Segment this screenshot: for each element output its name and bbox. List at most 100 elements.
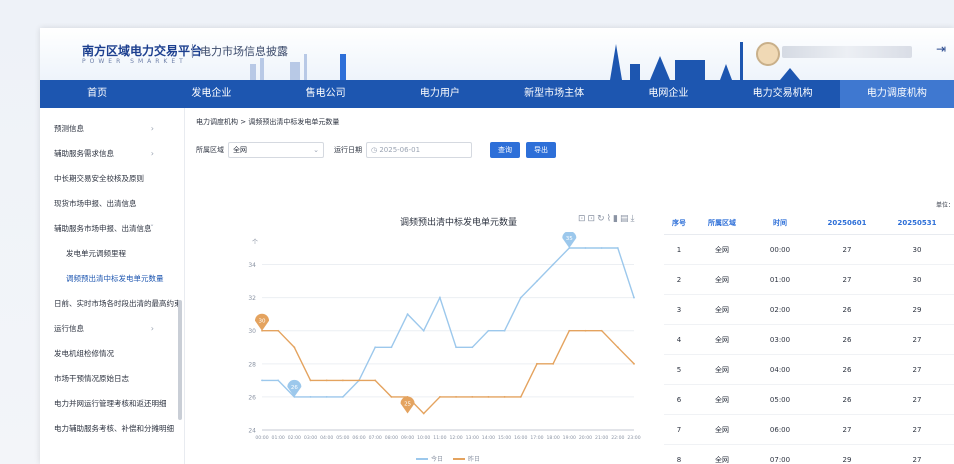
sidebar-item-ancillary-compensation[interactable]: 电力辅助服务考核、补偿和分摊明细 — [40, 416, 184, 441]
data-point[interactable] — [358, 379, 360, 382]
data-point[interactable] — [309, 379, 312, 382]
data-point[interactable] — [487, 396, 490, 398]
sidebar-item-maintenance[interactable]: 发电机组检修情况 — [40, 341, 184, 366]
table-row[interactable]: 4 全网 03:00 26 27 — [664, 325, 954, 355]
sidebar-item-regulation-mileage[interactable]: 发电单元调频里程 — [40, 241, 184, 266]
data-point[interactable] — [439, 396, 441, 398]
download-icon[interactable]: ⤓ — [631, 214, 637, 224]
nav-item-power-generators[interactable]: 发电企业 — [154, 80, 268, 108]
nav-item-retailers[interactable]: 售电公司 — [269, 80, 383, 108]
data-point[interactable] — [600, 247, 603, 249]
table-cell: 26 — [842, 305, 852, 314]
data-point[interactable] — [552, 362, 555, 365]
region-select[interactable]: 全网 ⌄ — [228, 142, 324, 158]
data-point[interactable] — [519, 296, 522, 299]
data-point[interactable] — [390, 346, 393, 349]
table-row[interactable]: 6 全网 05:00 26 27 — [664, 385, 954, 415]
zoom-icon[interactable]: ⊡ — [578, 214, 588, 224]
data-point[interactable] — [455, 396, 457, 398]
nav-item-home[interactable]: 首页 — [40, 80, 154, 108]
data-point[interactable] — [422, 329, 425, 332]
col-header-region[interactable]: 所属区域 — [694, 218, 750, 228]
data-point[interactable] — [374, 379, 377, 382]
user-avatar[interactable] — [756, 42, 780, 66]
bar-switch-icon[interactable]: ▮ — [613, 214, 620, 224]
platform-title[interactable]: 南方区域电力交易平台 — [82, 42, 202, 59]
data-point[interactable] — [261, 379, 263, 382]
sidebar-item-intervention-log[interactable]: 市场干预情况原始日志 — [40, 366, 184, 391]
sidebar-item-ancillary-demand[interactable]: 辅助服务需求信息 › — [40, 141, 184, 166]
data-point[interactable] — [616, 247, 619, 249]
data-point[interactable] — [536, 362, 538, 365]
data-point[interactable] — [325, 396, 328, 398]
data-point[interactable] — [439, 296, 441, 299]
sidebar-item-regulation-preclear-count[interactable]: 调频预出清中标发电单元数量 — [40, 266, 184, 291]
data-point[interactable] — [568, 329, 571, 332]
data-point[interactable] — [277, 379, 280, 382]
data-point[interactable] — [293, 346, 296, 349]
table-row[interactable]: 8 全网 07:00 29 27 — [664, 445, 954, 464]
sidebar-scrollbar[interactable] — [178, 300, 182, 420]
data-point[interactable] — [633, 296, 635, 299]
sidebar-item-grid-assessment[interactable]: 电力并网运行管理考核和返还明细 — [40, 391, 184, 416]
nav-item-new-market-entities[interactable]: 新型市场主体 — [497, 80, 611, 108]
sidebar-item-operation-info[interactable]: 运行信息 › — [40, 316, 184, 341]
data-point[interactable] — [584, 247, 587, 249]
export-button[interactable]: 导出 — [526, 142, 556, 158]
x-tick-label: 22:00 — [611, 435, 624, 441]
data-view-icon[interactable]: ▤ — [620, 214, 631, 224]
table-row[interactable]: 3 全网 02:00 26 29 — [664, 295, 954, 325]
x-tick-label: 01:00 — [272, 435, 285, 441]
data-point[interactable] — [406, 313, 409, 316]
line-chart[interactable]: 24 26 28 30 32 34 个 00:00 01:00 02:00 03:00 04:00 05… — [226, 232, 646, 452]
table-row[interactable]: 2 全网 01:00 27 30 — [664, 265, 954, 295]
sidebar-item-spot-market[interactable]: 现货市场申报、出清信息 — [40, 191, 184, 216]
data-point[interactable] — [471, 346, 474, 349]
data-point[interactable] — [536, 280, 538, 282]
data-point[interactable] — [471, 396, 474, 398]
nav-item-power-users[interactable]: 电力用户 — [383, 80, 497, 108]
sidebar-item-ancillary-market[interactable]: 辅助服务市场申报、出清信息 ˇ — [40, 216, 184, 241]
data-point[interactable] — [503, 329, 506, 332]
data-point[interactable] — [341, 379, 344, 382]
col-header-time[interactable]: 时间 — [750, 218, 810, 228]
data-point[interactable] — [616, 346, 619, 349]
date-picker[interactable]: ◷ 2025-06-01 — [366, 142, 472, 158]
sidebar-item-security-check[interactable]: 中长期交易安全校核及原则 — [40, 166, 184, 191]
col-header-index[interactable]: 序号 — [664, 218, 694, 228]
sidebar-item-price-constraints[interactable]: 日前、实时市场各时段出清的最高约束 — [40, 291, 184, 316]
col-header-date-yesterday[interactable]: 20250531 — [884, 219, 950, 227]
series-line-yesterday[interactable] — [262, 329, 635, 415]
data-point[interactable] — [422, 412, 425, 415]
sidebar-item-forecast[interactable]: 预测信息 › — [40, 116, 184, 141]
logout-icon[interactable]: ⇥ — [936, 42, 946, 56]
restore-icon[interactable]: ↻ — [597, 214, 607, 224]
legend-item-yesterday[interactable]: 昨日 — [453, 454, 480, 463]
table-row[interactable]: 7 全网 06:00 27 27 — [664, 415, 954, 445]
query-button[interactable]: 查询 — [490, 142, 520, 158]
data-point[interactable] — [455, 346, 457, 349]
nav-item-trading-institutions[interactable]: 电力交易机构 — [726, 80, 840, 108]
data-point[interactable] — [584, 329, 587, 332]
legend-item-today[interactable]: 今日 — [416, 454, 443, 463]
legend-swatch — [416, 457, 428, 460]
nav-item-grid-companies[interactable]: 电网企业 — [611, 80, 725, 108]
data-point[interactable] — [374, 346, 377, 349]
data-point[interactable] — [309, 396, 312, 398]
reset-zoom-icon[interactable]: ⊡ — [588, 214, 598, 224]
data-point[interactable] — [633, 362, 635, 365]
nav-item-dispatch-institutions[interactable]: 电力调度机构 — [839, 80, 954, 108]
data-point[interactable] — [341, 396, 344, 398]
data-point[interactable] — [519, 396, 522, 398]
table-row[interactable]: 1 全网 00:00 27 30 — [664, 235, 954, 265]
data-point[interactable] — [600, 329, 603, 332]
col-header-date-today[interactable]: 20250601 — [810, 219, 884, 227]
data-point[interactable] — [503, 396, 506, 398]
data-point[interactable] — [552, 263, 555, 266]
table-row[interactable]: 5 全网 04:00 26 27 — [664, 355, 954, 385]
data-point[interactable] — [487, 329, 490, 332]
series-line-today[interactable] — [262, 247, 635, 398]
data-point[interactable] — [325, 379, 328, 382]
data-point[interactable] — [390, 396, 393, 398]
data-point[interactable] — [277, 329, 280, 332]
